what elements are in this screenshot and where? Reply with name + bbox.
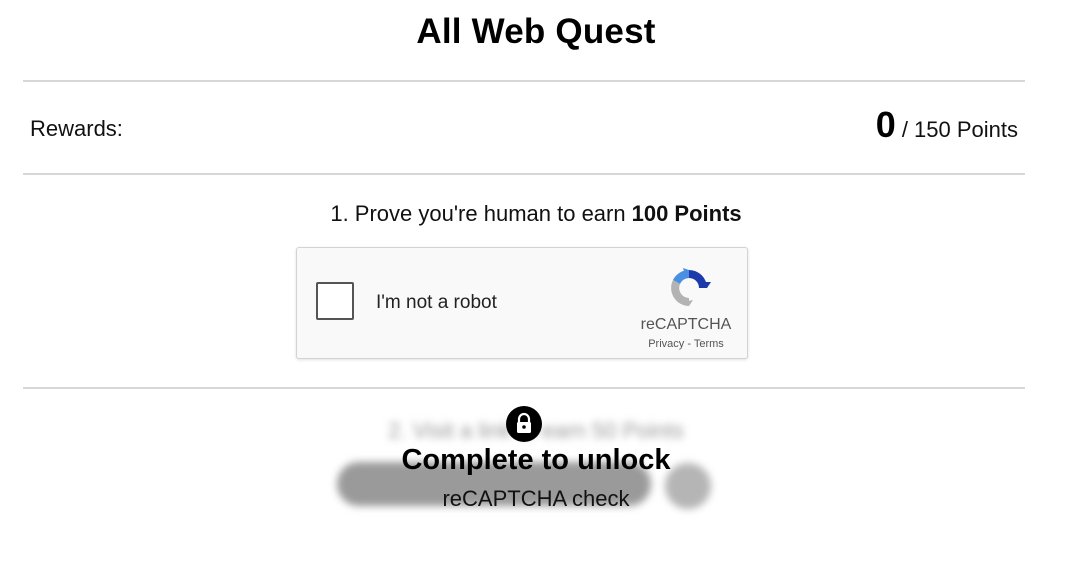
divider [23,80,1025,82]
task-1-heading: 1. Prove you're human to earn 100 Points [0,201,1072,227]
lock-icon [506,406,542,442]
unlock-subtitle: reCAPTCHA check [442,486,630,511]
task-1-reward: 100 Points [631,201,742,226]
divider [23,387,1025,389]
privacy-link[interactable]: Privacy [648,338,684,350]
unlock-title: Complete to unlock [401,444,671,476]
points-earned: 0 [875,104,896,145]
page-title: All Web Quest [416,12,656,51]
terms-link[interactable]: Terms [694,338,724,350]
recaptcha-checkbox[interactable] [316,282,354,320]
locked-task-section: 2. Visit a link to earn 50 Points Comple… [0,390,1072,530]
recaptcha-logo-icon [671,268,711,306]
links-separator: - [684,338,694,350]
recaptcha-label: I'm not a robot [376,292,497,313]
rewards-label: Rewards: [30,116,123,141]
points-summary: 0/ 150 Points [876,104,1018,146]
task-1-text: 1. Prove you're human to earn [330,201,626,226]
divider [23,173,1025,175]
recaptcha-links: Privacy - Terms [631,338,741,350]
points-total: / 150 Points [901,117,1018,142]
recaptcha-brand: reCAPTCHA [640,316,732,333]
recaptcha-widget: I'm not a robot reCAPTCHA Privacy - Term… [296,247,748,359]
